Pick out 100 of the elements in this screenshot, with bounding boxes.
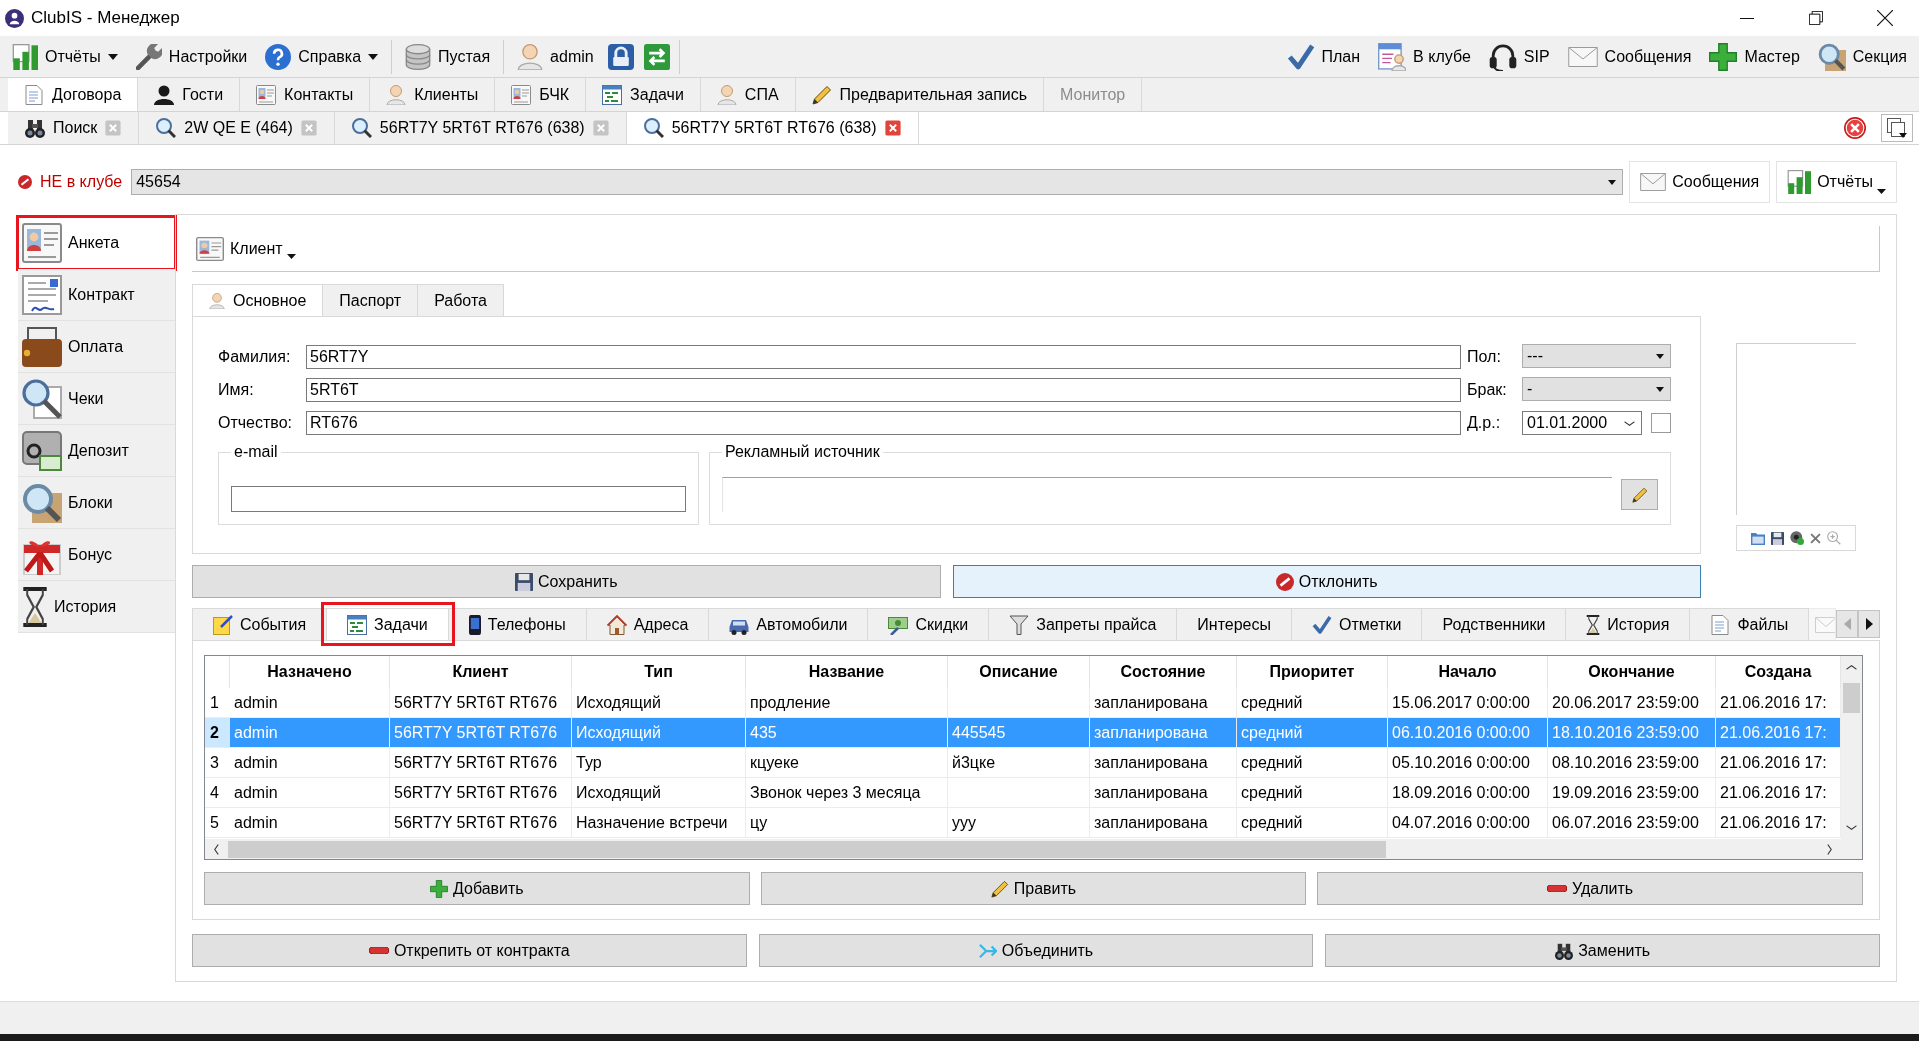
- document-tab[interactable]: 2W QE E (464): [139, 112, 335, 144]
- zoom-in-icon[interactable]: [1827, 531, 1841, 545]
- horizontal-scrollbar[interactable]: [205, 839, 1841, 859]
- sidebar-item[interactable]: Депозит: [18, 425, 175, 477]
- detail-tab[interactable]: Отметки: [1292, 608, 1423, 640]
- client-combo[interactable]: 45654: [131, 169, 1624, 195]
- close-icon[interactable]: [105, 120, 122, 136]
- header-button[interactable]: Отчёты: [1776, 161, 1897, 203]
- module-tab[interactable]: СПА: [700, 78, 796, 111]
- column-header[interactable]: Тип: [572, 656, 746, 688]
- form-tab[interactable]: Паспорт: [323, 284, 419, 316]
- scrollbar-thumb[interactable]: [1843, 683, 1860, 713]
- toolbar-button[interactable]: Мастер: [1701, 38, 1808, 75]
- delete-icon[interactable]: [1810, 532, 1821, 544]
- close-icon[interactable]: [884, 120, 901, 136]
- column-header[interactable]: Клиент: [390, 656, 572, 688]
- module-tab[interactable]: Предварительная запись: [795, 78, 1045, 111]
- text-field[interactable]: 5RT6T: [306, 378, 1461, 402]
- table-row[interactable]: 3 admin 56RT7Y 5RT6T RT676 Тур кцуеке й3цке запланирована средний 05.10.2016 0:00:00 08.10.2016 23:59:00 21.06.2016 17:: [205, 748, 1841, 778]
- toolbar-button[interactable]: Настройки: [127, 38, 256, 75]
- dropdown[interactable]: -: [1522, 377, 1671, 401]
- detail-tab[interactable]: Запреты прайса: [989, 608, 1178, 640]
- table-row[interactable]: 2 admin 56RT7Y 5RT6T RT676 Исходящий 435 445545 запланирована средний 06.10.2016 0:00:00 18.10.2016 23:59:00 21.06.2016 17:: [205, 718, 1841, 748]
- action-button[interactable]: Объединить: [758, 934, 1314, 967]
- detail-tab[interactable]: Телефоны: [448, 608, 587, 640]
- module-tab[interactable]: Контакты: [240, 78, 371, 111]
- edit-button[interactable]: [1621, 479, 1658, 510]
- sidebar-item[interactable]: Анкета: [18, 217, 175, 269]
- column-header[interactable]: Окончание: [1548, 656, 1716, 688]
- toolbar-button[interactable]: SIP: [1480, 38, 1558, 75]
- checkbox[interactable]: [1651, 413, 1671, 433]
- header-button[interactable]: Сообщения: [1629, 161, 1771, 203]
- toolbar-button[interactable]: Сообщения: [1559, 38, 1700, 75]
- sidebar-item[interactable]: Контракт: [18, 269, 175, 321]
- hourglass-icon: [1586, 614, 1601, 635]
- action-button[interactable]: Удалить: [1317, 872, 1863, 905]
- detail-tab[interactable]: Интересы: [1177, 608, 1292, 640]
- webcam-icon[interactable]: [1790, 531, 1804, 545]
- column-header[interactable]: Описание: [948, 656, 1090, 688]
- detail-tab[interactable]: Родственники: [1422, 608, 1567, 640]
- toolbar-button[interactable]: Отчёты: [4, 38, 126, 75]
- toolbar-button[interactable]: admin: [509, 38, 602, 75]
- table-cell: средний: [1237, 748, 1388, 778]
- document-tab[interactable]: 56RT7Y 5RT6T RT676 (638): [334, 112, 627, 144]
- module-tab[interactable]: Клиенты: [370, 78, 496, 111]
- vertical-scrollbar[interactable]: [1841, 656, 1862, 839]
- sidebar-item[interactable]: Бонус: [18, 529, 175, 581]
- detail-tab[interactable]: Скидки: [868, 608, 990, 640]
- form-tab[interactable]: Работа: [418, 284, 504, 316]
- database-icon: [405, 43, 432, 70]
- document-tab[interactable]: Поиск: [8, 112, 140, 144]
- detail-tab[interactable]: Адреса: [586, 608, 710, 640]
- scrollbar-thumb[interactable]: [228, 840, 1386, 858]
- check-icon: [1312, 614, 1332, 635]
- action-button[interactable]: Заменить: [1325, 934, 1880, 967]
- module-tab[interactable]: Задачи: [586, 78, 701, 111]
- sidebar-item[interactable]: Оплата: [18, 321, 175, 373]
- form-tab[interactable]: Основное: [192, 284, 324, 316]
- column-header[interactable]: Назначено: [230, 656, 390, 688]
- close-icon[interactable]: [300, 120, 317, 136]
- module-tab[interactable]: Гости: [138, 78, 241, 111]
- column-header[interactable]: Приоритет: [1237, 656, 1388, 688]
- client-menu-button[interactable]: Клиент: [196, 230, 296, 267]
- date-picker[interactable]: 01.01.2000: [1522, 411, 1642, 435]
- scroll-right-button[interactable]: [1858, 610, 1880, 638]
- table-row[interactable]: 5 admin 56RT7Y 5RT6T RT676 Назначение встречи цу ууу запланирована средний 04.07.2016 0:00:00 06.07.2016 23:59:00 21.06.2016 17:: [205, 808, 1841, 838]
- detail-tab[interactable]: История: [1566, 608, 1691, 640]
- toolbar-button[interactable]: Справка: [257, 38, 387, 75]
- ad-source-field[interactable]: [722, 477, 1612, 512]
- toolbar-button[interactable]: В клубе: [1370, 38, 1479, 75]
- row-number: 3: [205, 748, 230, 778]
- close-icon[interactable]: [592, 120, 609, 136]
- text-field[interactable]: 56RT7Y: [306, 345, 1461, 369]
- email-field[interactable]: [231, 486, 686, 512]
- window-list-button[interactable]: [1881, 114, 1913, 142]
- reject-button[interactable]: Отклонить: [952, 565, 1701, 598]
- column-header[interactable]: Состояние: [1090, 656, 1237, 688]
- open-file-icon[interactable]: [1751, 531, 1765, 545]
- detail-tab[interactable]: Файлы: [1690, 608, 1810, 640]
- sidebar-item[interactable]: Чеки: [18, 373, 175, 425]
- toolbar-button[interactable]: Секция: [1809, 38, 1915, 75]
- sidebar-item[interactable]: Блоки: [18, 477, 175, 529]
- module-tab[interactable]: Договора: [8, 78, 139, 111]
- action-button[interactable]: Править: [760, 872, 1307, 905]
- action-button[interactable]: Открепить от контракта: [192, 934, 747, 967]
- column-header[interactable]: Начало: [1388, 656, 1548, 688]
- action-button[interactable]: Добавить: [204, 872, 750, 905]
- detail-tab[interactable]: Автомобили: [709, 608, 869, 640]
- detail-tab[interactable]: [1809, 608, 1836, 640]
- save-button[interactable]: Сохранить: [192, 565, 941, 598]
- text-field[interactable]: RT676: [306, 411, 1461, 435]
- toolbar-button[interactable]: План: [1278, 38, 1369, 75]
- sidebar-item[interactable]: История: [18, 581, 175, 633]
- column-header[interactable]: Название: [746, 656, 948, 688]
- module-tab[interactable]: БЧК: [495, 78, 587, 111]
- table-row[interactable]: 4 admin 56RT7Y 5RT6T RT676 Исходящий Звонок через 3 месяца запланирована средний 18.09.2016 0:00:00 19.09.2016 23:59:00 21.06.2016 17:: [205, 778, 1841, 808]
- dropdown[interactable]: ---: [1522, 344, 1671, 368]
- toolbar-button[interactable]: Пустая: [397, 38, 499, 75]
- detail-tab[interactable]: События: [192, 608, 328, 640]
- safe-icon: [22, 430, 62, 471]
